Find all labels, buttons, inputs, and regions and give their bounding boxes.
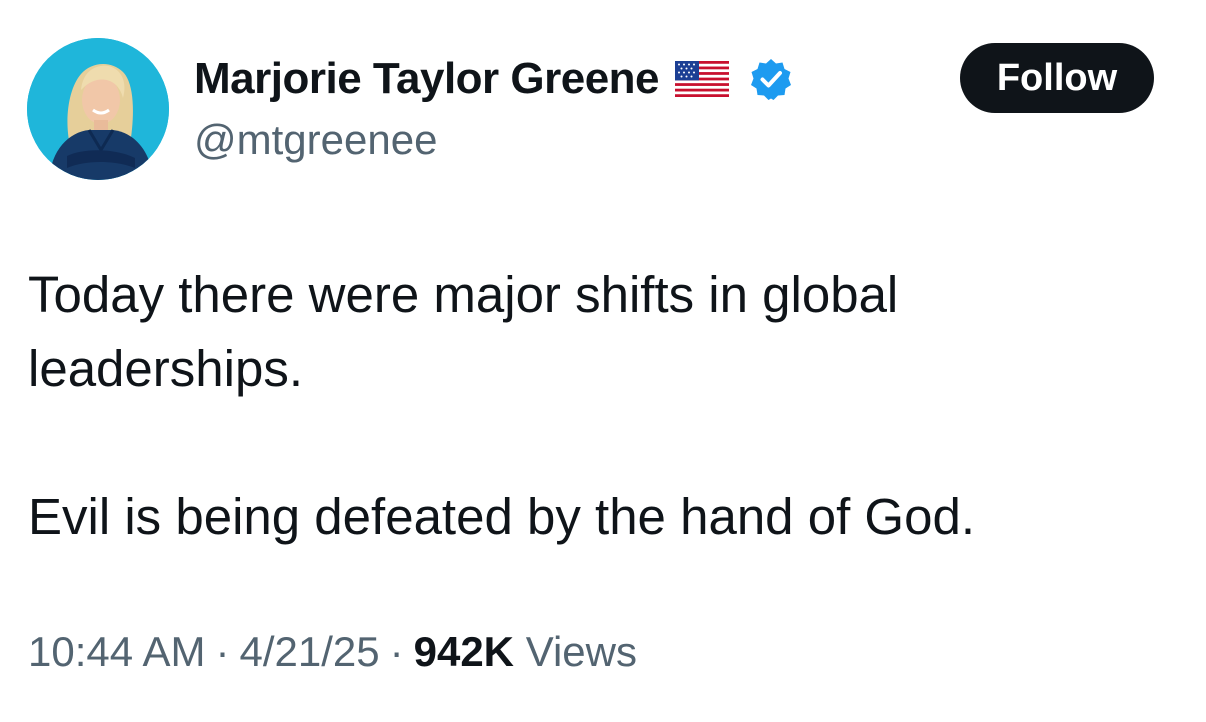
author-name-row: Marjorie Taylor Greene bbox=[194, 52, 793, 106]
separator: · bbox=[215, 628, 230, 675]
tweet-paragraph: Today there were major shifts in global … bbox=[28, 266, 899, 397]
avatar-image bbox=[27, 38, 169, 180]
tweet-date[interactable]: 4/21/25 bbox=[239, 628, 379, 675]
tweet-paragraph: Evil is being defeated by the hand of Go… bbox=[28, 488, 975, 545]
display-name[interactable]: Marjorie Taylor Greene bbox=[194, 54, 660, 104]
tweet-card: Marjorie Taylor Greene @mtgreenee Follow bbox=[0, 0, 1206, 722]
user-handle[interactable]: @mtgreenee bbox=[194, 116, 437, 164]
tweet-text: Today there were major shifts in global … bbox=[28, 258, 1168, 554]
us-flag-icon bbox=[675, 61, 730, 97]
separator: · bbox=[389, 628, 404, 675]
avatar[interactable] bbox=[27, 38, 169, 180]
verified-badge-icon[interactable] bbox=[749, 57, 793, 101]
tweet-time[interactable]: 10:44 AM bbox=[28, 628, 205, 675]
views-label: Views bbox=[525, 628, 637, 675]
tweet-metadata: 10:44 AM · 4/21/25 · 942K Views bbox=[28, 628, 637, 676]
views-count: 942K bbox=[413, 628, 515, 675]
follow-button[interactable]: Follow bbox=[960, 43, 1154, 113]
